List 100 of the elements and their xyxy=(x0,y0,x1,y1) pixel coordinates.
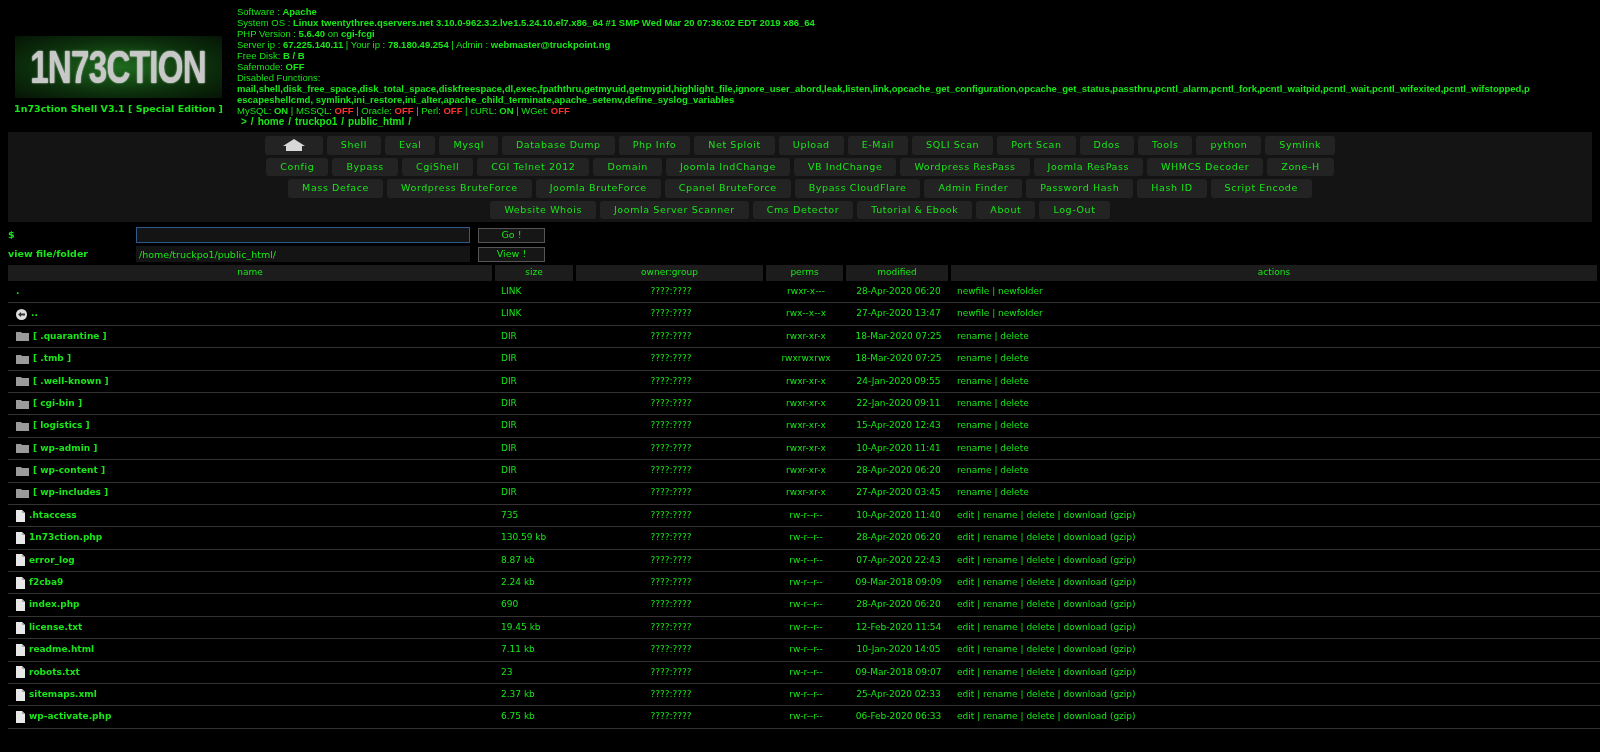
action-link[interactable]: newfile xyxy=(957,285,990,296)
file-name-link[interactable]: [ .tmb ] xyxy=(33,352,72,366)
action-link[interactable]: delete xyxy=(1026,577,1055,587)
menu-button[interactable]: Zone-H xyxy=(1267,157,1334,176)
action-link[interactable]: rename xyxy=(983,554,1018,565)
action-link[interactable]: rename xyxy=(983,666,1018,677)
action-link[interactable]: edit xyxy=(957,666,975,677)
menu-button[interactable]: Wordpress ResPass xyxy=(900,157,1030,176)
menu-button[interactable]: Joomla BruteForce xyxy=(535,179,661,198)
action-link[interactable]: rename xyxy=(957,330,992,341)
menu-button[interactable]: CgiShell xyxy=(401,157,474,176)
action-link[interactable]: newfolder xyxy=(998,308,1043,319)
action-link[interactable]: download (gzip) xyxy=(1063,621,1136,632)
action-link[interactable]: delete xyxy=(1000,353,1029,364)
menu-button[interactable]: Config xyxy=(266,157,329,176)
file-name-link[interactable]: sitemaps.xml xyxy=(29,687,97,702)
file-name-link[interactable]: index.php xyxy=(29,598,80,612)
action-link[interactable]: delete xyxy=(1000,330,1029,341)
action-link[interactable]: delete xyxy=(1026,621,1055,632)
action-link[interactable]: edit xyxy=(957,644,975,655)
file-name-link[interactable]: [ .quarantine ] xyxy=(33,329,107,344)
action-link[interactable]: delete xyxy=(1000,375,1029,386)
action-link[interactable]: download (gzip) xyxy=(1063,577,1136,587)
action-link[interactable]: rename xyxy=(983,644,1018,655)
action-link[interactable]: download (gzip) xyxy=(1063,644,1136,655)
menu-button[interactable]: Cpanel BruteForce xyxy=(664,179,791,198)
menu-button[interactable]: Hash ID xyxy=(1137,179,1207,198)
path-link[interactable]: truckpo1 xyxy=(295,116,338,127)
file-name-link[interactable]: readme.html xyxy=(29,643,95,657)
menu-button[interactable]: Script Encode xyxy=(1210,179,1312,198)
path-link[interactable]: / xyxy=(250,116,254,127)
action-link[interactable]: rename xyxy=(957,353,992,364)
path-link[interactable]: public_html xyxy=(348,116,405,127)
path-field[interactable]: /home/truckpo1/public_html/ xyxy=(136,246,470,262)
action-link[interactable]: edit xyxy=(957,577,975,587)
menu-button[interactable]: Joomla IndChange xyxy=(665,157,790,176)
menu-button[interactable]: Cms Detector xyxy=(752,200,854,219)
action-link[interactable]: delete xyxy=(1026,509,1055,520)
file-name-link[interactable]: [ .well-known ] xyxy=(33,374,109,388)
action-link[interactable]: newfolder xyxy=(998,285,1043,296)
action-link[interactable]: rename xyxy=(957,465,992,476)
menu-button[interactable]: Tutorial & Ebook xyxy=(857,200,973,219)
action-link[interactable]: rename xyxy=(983,577,1018,587)
action-link[interactable]: edit xyxy=(957,532,975,543)
action-link[interactable]: rename xyxy=(957,420,992,431)
action-link[interactable]: rename xyxy=(983,711,1018,722)
view-button[interactable]: View ! xyxy=(478,246,545,262)
action-link[interactable]: delete xyxy=(1026,554,1055,565)
menu-button[interactable]: About xyxy=(976,200,1036,219)
menu-button[interactable]: Shell xyxy=(326,136,381,155)
home-button[interactable] xyxy=(264,136,323,155)
action-link[interactable]: download (gzip) xyxy=(1063,666,1136,677)
action-link[interactable]: delete xyxy=(1026,711,1055,722)
file-name-link[interactable]: f2cba9 xyxy=(29,576,64,590)
menu-button[interactable]: Bypass xyxy=(332,157,398,176)
file-name-link[interactable]: [ logistics ] xyxy=(33,419,90,433)
action-link[interactable]: rename xyxy=(957,487,992,498)
action-link[interactable]: download (gzip) xyxy=(1063,711,1136,722)
menu-button[interactable]: Domain xyxy=(593,157,662,176)
menu-button[interactable]: Mass Deface xyxy=(288,179,384,198)
action-link[interactable]: delete xyxy=(1026,599,1055,610)
action-link[interactable]: delete xyxy=(1026,644,1055,655)
file-name-link[interactable]: [ wp-content ] xyxy=(33,464,106,478)
menu-button[interactable]: Bypass CloudFlare xyxy=(794,179,921,198)
file-name-link[interactable]: . xyxy=(16,284,20,299)
action-link[interactable]: rename xyxy=(983,599,1018,610)
menu-button[interactable]: E-Mail xyxy=(847,136,909,155)
action-link[interactable]: delete xyxy=(1000,397,1029,408)
menu-button[interactable]: Eval xyxy=(384,136,436,155)
menu-button[interactable]: Tools xyxy=(1138,136,1193,155)
menu-button[interactable]: Website Whois xyxy=(490,200,596,219)
menu-button[interactable]: Joomla Server Scanner xyxy=(599,200,749,219)
file-name-link[interactable]: error_log xyxy=(29,553,75,568)
menu-button[interactable]: Ddos xyxy=(1079,136,1135,155)
menu-button[interactable]: Net Sploit xyxy=(694,136,775,155)
action-link[interactable]: delete xyxy=(1000,487,1029,498)
file-name-link[interactable]: .htaccess xyxy=(29,508,77,523)
menu-button[interactable]: Password Hash xyxy=(1026,179,1134,198)
action-link[interactable]: newfile xyxy=(957,308,990,319)
file-name-link[interactable]: .. xyxy=(31,307,38,321)
action-link[interactable]: edit xyxy=(957,711,975,722)
menu-button[interactable]: CGI Telnet 2012 xyxy=(477,157,590,176)
menu-button[interactable]: Symlink xyxy=(1265,136,1336,155)
action-link[interactable]: download (gzip) xyxy=(1063,599,1136,610)
action-link[interactable]: edit xyxy=(957,621,975,632)
action-link[interactable]: download (gzip) xyxy=(1063,509,1136,520)
action-link[interactable]: delete xyxy=(1026,532,1055,543)
file-name-link[interactable]: [ cgi-bin ] xyxy=(33,396,83,411)
menu-button[interactable]: Wordpress BruteForce xyxy=(387,179,532,198)
action-link[interactable]: delete xyxy=(1026,666,1055,677)
menu-button[interactable]: Php Info xyxy=(618,136,691,155)
action-link[interactable]: edit xyxy=(957,688,975,699)
file-name-link[interactable]: 1n73ction.php xyxy=(29,531,103,545)
menu-button[interactable]: Joomla ResPass xyxy=(1033,157,1144,176)
path-link[interactable]: home xyxy=(257,116,285,127)
menu-button[interactable]: SQLI Scan xyxy=(912,136,994,155)
command-field[interactable] xyxy=(136,227,470,243)
action-link[interactable]: download (gzip) xyxy=(1063,554,1136,565)
action-link[interactable]: delete xyxy=(1026,688,1055,699)
action-link[interactable]: edit xyxy=(957,509,975,520)
